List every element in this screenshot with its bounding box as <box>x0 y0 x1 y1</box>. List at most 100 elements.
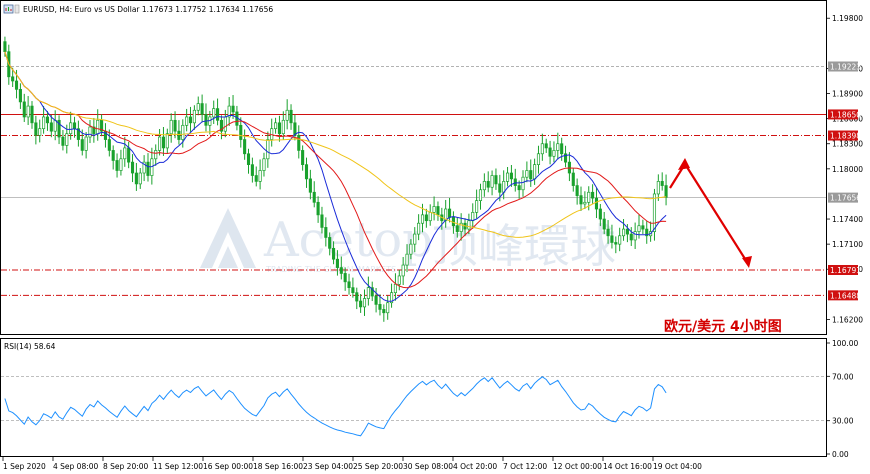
candle-bear <box>629 233 633 241</box>
candle-bear <box>494 175 498 185</box>
candle-bull <box>540 143 544 155</box>
candle-bull <box>88 126 92 138</box>
candle-bear <box>332 247 336 260</box>
candle-bear <box>351 287 355 294</box>
candle-bull <box>583 201 587 205</box>
candle-bull <box>521 176 525 191</box>
candle-bull <box>409 243 413 255</box>
candle-bear <box>602 218 606 230</box>
candle-bull <box>154 150 158 160</box>
candle-bear <box>374 295 378 305</box>
candle-bear <box>188 116 193 124</box>
price-tick-label: 1.18300 <box>832 140 863 149</box>
candle-bull <box>258 170 262 182</box>
candle-bear <box>134 172 138 185</box>
time-tick-label: 12 Oct 00:00 <box>553 462 602 471</box>
price-axis: 1.198001.192001.189001.186001.183001.180… <box>826 14 863 324</box>
candle-bear <box>424 214 428 222</box>
candle-bear <box>18 88 22 103</box>
candle-bear <box>343 273 347 283</box>
candle-bull <box>196 103 200 111</box>
candle-bear <box>498 183 502 193</box>
candle-bear <box>61 136 65 146</box>
candle-bull <box>138 172 142 185</box>
candle-bull <box>478 189 483 201</box>
price-tag-label: 1.18398 <box>830 132 861 141</box>
candle-bear <box>107 139 111 151</box>
candle-bull <box>621 228 626 237</box>
candle-bear <box>173 119 177 132</box>
candle-bull <box>165 133 169 149</box>
time-tick-label: 16 Sep 00:00 <box>203 462 253 471</box>
candle-bear <box>246 153 251 166</box>
candle-bear <box>49 122 53 132</box>
candle-bull <box>393 283 397 294</box>
candle-bull <box>169 119 173 135</box>
candle-bull <box>212 108 216 118</box>
candle-bear <box>664 185 668 198</box>
rsi-label: RSI(14) 58.64 <box>4 342 56 351</box>
candle-bear <box>111 150 115 161</box>
candle-bear <box>45 116 50 124</box>
time-tick-label: 18 Sep 16:00 <box>253 462 303 471</box>
candle-bull <box>428 211 432 222</box>
candle-bull <box>69 122 73 135</box>
candle-bear <box>378 304 382 310</box>
time-tick-label: 25 Sep 20:00 <box>353 462 403 471</box>
candle-bear <box>598 208 602 220</box>
candle-bull <box>552 150 556 157</box>
candle-bear <box>243 139 247 155</box>
candle-bull <box>525 170 529 178</box>
candle-bull <box>633 231 637 241</box>
candle-bear <box>486 181 490 188</box>
price-tag-label: 1.19223 <box>830 63 861 72</box>
candle-bull <box>150 158 154 176</box>
candle-bull <box>637 225 641 232</box>
candle-bear <box>355 292 359 302</box>
candle-bear <box>254 175 258 182</box>
candle-bull <box>26 105 30 118</box>
price-tick-label: 1.19800 <box>832 14 863 23</box>
candle-bear <box>22 101 26 118</box>
candle-bear <box>320 214 324 228</box>
candle-bear <box>529 170 533 180</box>
candle-bull <box>266 139 270 160</box>
candle-bear <box>328 237 332 249</box>
candle-bear <box>594 197 599 210</box>
price-tick-label: 1.17400 <box>832 215 863 224</box>
candle-bull <box>192 109 196 124</box>
candle-bear <box>11 76 15 82</box>
price-tick-label: 1.17100 <box>832 240 863 249</box>
candle-bull <box>502 181 506 193</box>
candle-bear <box>625 228 629 235</box>
chart-window: Acetop 顶峰環球 TRADING THE GLOBAL MARKETS E… <box>0 0 863 471</box>
candle-bull <box>281 119 285 135</box>
candle-bear <box>308 178 312 193</box>
candle-bear <box>72 122 77 130</box>
candle-bear <box>606 228 610 237</box>
time-tick-label: 14 Oct 16:00 <box>603 462 652 471</box>
candle-bull <box>185 116 189 126</box>
candle-bear <box>127 147 131 163</box>
price-tick-label: 1.18000 <box>832 165 863 174</box>
candle-bull <box>587 191 591 203</box>
candle-bull <box>475 200 479 213</box>
candle-bear <box>231 105 235 113</box>
candle-bear <box>544 143 548 149</box>
candle-bull <box>123 147 127 160</box>
rsi-frame <box>0 338 827 457</box>
chart-title: EURUSD, H4: Euro vs US Dollar 1.17673 1.… <box>23 5 273 14</box>
time-tick-label: 1 Sep 2020 <box>3 462 46 471</box>
chart-handle-icon[interactable] <box>14 4 20 14</box>
candle-bear <box>14 80 19 90</box>
candle-bull <box>274 122 278 130</box>
time-tick-label: 30 Sep 08:00 <box>403 462 453 471</box>
candle-bear <box>575 185 579 196</box>
candle-bear <box>30 105 34 124</box>
candle-bull <box>38 128 42 136</box>
time-tick-label: 19 Oct 04:00 <box>653 462 702 471</box>
candle-bear <box>3 41 7 53</box>
candle-bear <box>250 164 254 176</box>
time-tick-label: 4 Oct 20:00 <box>453 462 497 471</box>
price-tag-label: 1.16488 <box>830 291 861 300</box>
